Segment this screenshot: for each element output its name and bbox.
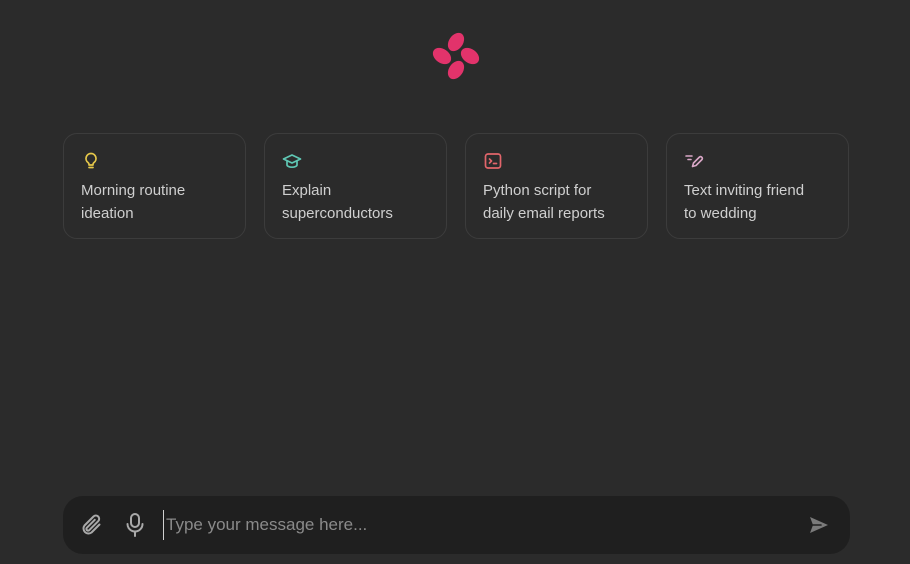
- suggestion-card-superconductors[interactable]: Explain superconductors: [264, 133, 447, 239]
- suggestion-card-morning-routine[interactable]: Morning routine ideation: [63, 133, 246, 239]
- send-icon[interactable]: [808, 514, 830, 536]
- suggestion-card-python-script[interactable]: Python script for daily email reports: [465, 133, 648, 239]
- microphone-icon[interactable]: [123, 511, 147, 539]
- suggestion-label: Text inviting friend to wedding: [684, 182, 805, 222]
- graduation-cap-icon: [282, 154, 302, 169]
- message-input[interactable]: [163, 510, 786, 540]
- chat-app: Morning routine ideation Explain superco…: [0, 0, 910, 564]
- petal-logo-icon: [432, 32, 480, 80]
- suggestion-label: Python script for daily email reports: [483, 182, 605, 222]
- suggestion-label: Morning routine ideation: [81, 182, 186, 222]
- suggestion-card-wedding-invite[interactable]: Text inviting friend to wedding: [666, 133, 849, 239]
- lightbulb-icon: [85, 152, 97, 169]
- suggestion-label: Explain superconductors: [282, 182, 393, 222]
- message-composer: [63, 496, 850, 554]
- terminal-icon: [484, 153, 502, 169]
- suggestion-cards: Morning routine ideation Explain superco…: [63, 133, 849, 239]
- paperclip-icon[interactable]: [79, 512, 105, 538]
- pen-icon: [685, 155, 704, 168]
